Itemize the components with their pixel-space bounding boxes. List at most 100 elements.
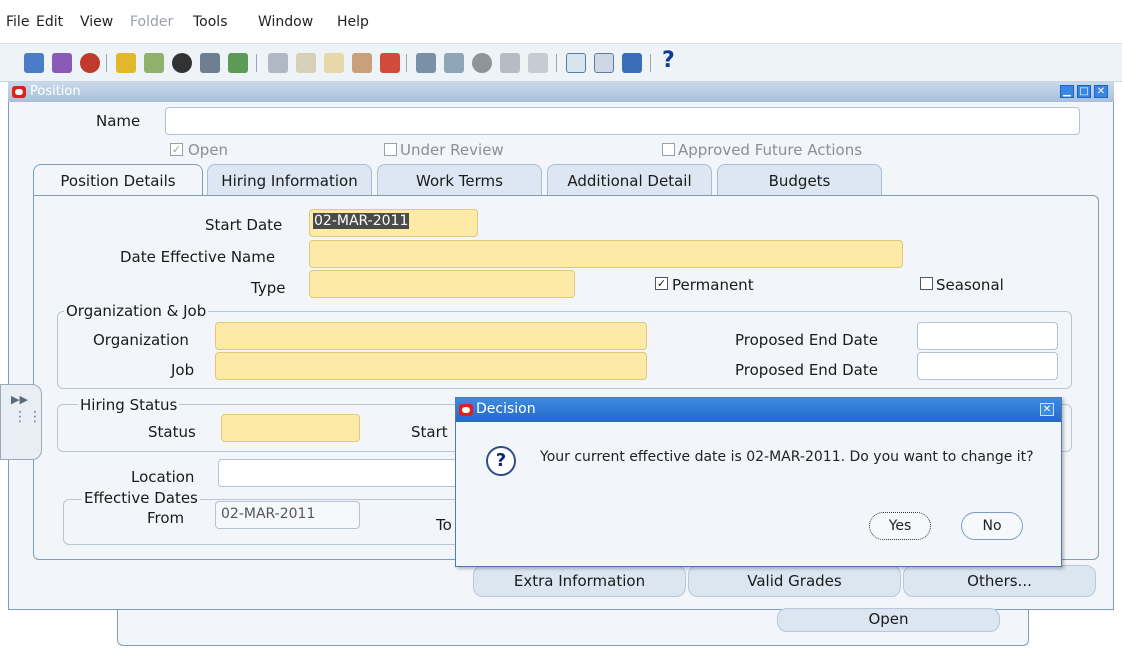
close-icon[interactable]: ✕ bbox=[1094, 85, 1108, 98]
toolbar: ? bbox=[0, 44, 1122, 82]
extra-information-button[interactable]: Extra Information bbox=[473, 565, 686, 597]
decision-dialog-titlebar[interactable]: Decision ✕ bbox=[456, 398, 1061, 422]
position-window-titlebar[interactable]: Position ▁ □ ✕ bbox=[8, 82, 1114, 102]
under-review-checkbox[interactable] bbox=[384, 143, 397, 156]
calendar-2-icon[interactable] bbox=[594, 53, 614, 73]
valid-grades-button[interactable]: Valid Grades bbox=[688, 565, 901, 597]
hiring-start-label: Start bbox=[411, 423, 448, 441]
save-icon[interactable] bbox=[228, 53, 248, 73]
status-field[interactable] bbox=[221, 414, 360, 442]
dialog-message: Your current effective date is 02-MAR-20… bbox=[540, 449, 1034, 465]
tab-hiring-information[interactable]: Hiring Information bbox=[207, 164, 372, 196]
permanent-checkbox[interactable]: ✓ bbox=[655, 277, 668, 290]
job-label: Job bbox=[171, 361, 195, 379]
delete-record-icon[interactable] bbox=[380, 53, 400, 73]
open-checkbox[interactable]: ✓ bbox=[170, 143, 183, 156]
permanent-label: Permanent bbox=[672, 276, 754, 294]
toolbar-separator bbox=[256, 54, 257, 72]
no-button[interactable]: No bbox=[961, 512, 1023, 540]
proposed-end-date-field-2[interactable] bbox=[917, 352, 1058, 380]
seasonal-label: Seasonal bbox=[936, 276, 1004, 294]
toolbar-separator bbox=[106, 54, 107, 72]
yes-button[interactable]: Yes bbox=[869, 512, 931, 540]
paste-icon[interactable] bbox=[324, 53, 344, 73]
open-label: Open bbox=[188, 141, 229, 159]
new-record-icon[interactable] bbox=[24, 53, 44, 73]
stop-icon[interactable] bbox=[80, 53, 100, 73]
hiring-status-legend: Hiring Status bbox=[78, 396, 180, 414]
menu-view[interactable]: View bbox=[80, 14, 113, 30]
start-date-field[interactable]: 02-MAR-2011 bbox=[309, 209, 478, 237]
approved-future-actions-label: Approved Future Actions bbox=[678, 141, 863, 159]
maximize-icon[interactable]: □ bbox=[1077, 85, 1091, 98]
navigator-icon[interactable] bbox=[52, 53, 72, 73]
status-label: Status bbox=[148, 423, 196, 441]
organization-label: Organization bbox=[93, 331, 189, 349]
type-label: Type bbox=[251, 279, 286, 297]
type-field[interactable] bbox=[309, 270, 575, 298]
folder-tools-icon[interactable] bbox=[472, 53, 492, 73]
minimize-icon[interactable]: ▁ bbox=[1060, 85, 1074, 98]
export-icon[interactable] bbox=[622, 53, 642, 73]
help-icon[interactable]: ? bbox=[662, 48, 675, 73]
organization-job-legend: Organization & Job bbox=[64, 302, 209, 320]
menu-edit[interactable]: Edit bbox=[36, 14, 63, 30]
seasonal-checkbox[interactable] bbox=[920, 277, 933, 290]
proposed-end-date-field[interactable] bbox=[917, 322, 1058, 350]
calendar-icon[interactable] bbox=[566, 53, 586, 73]
from-label: From bbox=[147, 509, 185, 527]
open-folder-icon[interactable] bbox=[116, 53, 136, 73]
location-field[interactable] bbox=[218, 459, 458, 487]
from-date-field[interactable]: 02-MAR-2011 bbox=[215, 501, 360, 529]
name-field[interactable] bbox=[165, 107, 1080, 135]
tab-additional-detail[interactable]: Additional Detail bbox=[547, 164, 712, 196]
proposed-end-date-label: Proposed End Date bbox=[735, 331, 878, 349]
grip-icon: ⋮⋮ bbox=[13, 409, 43, 425]
tab-budgets[interactable]: Budgets bbox=[717, 164, 882, 196]
oracle-logo-icon bbox=[459, 404, 473, 416]
attachments-icon[interactable] bbox=[500, 53, 520, 73]
start-date-label: Start Date bbox=[205, 216, 283, 234]
proposed-end-date-label-2: Proposed End Date bbox=[735, 361, 878, 379]
window-title: Position bbox=[30, 84, 81, 99]
menu-window[interactable]: Window bbox=[258, 14, 313, 30]
translations-icon[interactable] bbox=[444, 53, 464, 73]
toolbar-separator bbox=[650, 54, 651, 72]
side-drawer-handle[interactable]: ▶▶ ⋮⋮ bbox=[0, 384, 42, 460]
others-button[interactable]: Others... bbox=[903, 565, 1096, 597]
job-field[interactable] bbox=[215, 352, 647, 380]
zoom-icon[interactable] bbox=[144, 53, 164, 73]
menu-tools[interactable]: Tools bbox=[193, 14, 228, 30]
print-icon[interactable] bbox=[200, 53, 220, 73]
menu-help[interactable]: Help bbox=[337, 14, 369, 30]
under-review-label: Under Review bbox=[400, 141, 504, 159]
folder-tools-icon-2[interactable] bbox=[528, 53, 548, 73]
effective-dates-legend: Effective Dates bbox=[82, 489, 200, 507]
menu-file[interactable]: File bbox=[6, 14, 29, 30]
date-effective-name-field[interactable] bbox=[309, 240, 903, 268]
to-label: To bbox=[436, 516, 452, 534]
close-icon[interactable]: ✕ bbox=[1040, 403, 1054, 416]
tab-work-terms[interactable]: Work Terms bbox=[377, 164, 542, 196]
clear-record-icon[interactable] bbox=[352, 53, 372, 73]
copy-icon[interactable] bbox=[296, 53, 316, 73]
menu-bar: File Edit View Folder Tools Window Help bbox=[0, 0, 1122, 44]
dialog-title: Decision bbox=[476, 401, 536, 417]
oracle-logo-icon bbox=[12, 86, 26, 98]
question-icon: ? bbox=[486, 446, 516, 476]
decision-dialog: Decision ✕ ? Your current effective date… bbox=[455, 397, 1062, 567]
tab-position-details[interactable]: Position Details bbox=[33, 164, 203, 197]
date-effective-name-label: Date Effective Name bbox=[120, 248, 276, 266]
approved-future-actions-checkbox[interactable] bbox=[662, 143, 675, 156]
organization-field[interactable] bbox=[215, 322, 647, 350]
open-button[interactable]: Open bbox=[777, 608, 1000, 632]
from-date-value: 02-MAR-2011 bbox=[221, 506, 316, 522]
expand-arrows-icon: ▶▶ bbox=[11, 393, 28, 406]
edit-field-icon[interactable] bbox=[416, 53, 436, 73]
menu-folder[interactable]: Folder bbox=[130, 14, 173, 30]
cut-icon[interactable] bbox=[268, 53, 288, 73]
toolbar-separator bbox=[556, 54, 557, 72]
location-label: Location bbox=[131, 468, 195, 486]
name-label: Name bbox=[96, 112, 141, 130]
find-icon[interactable] bbox=[172, 53, 192, 73]
